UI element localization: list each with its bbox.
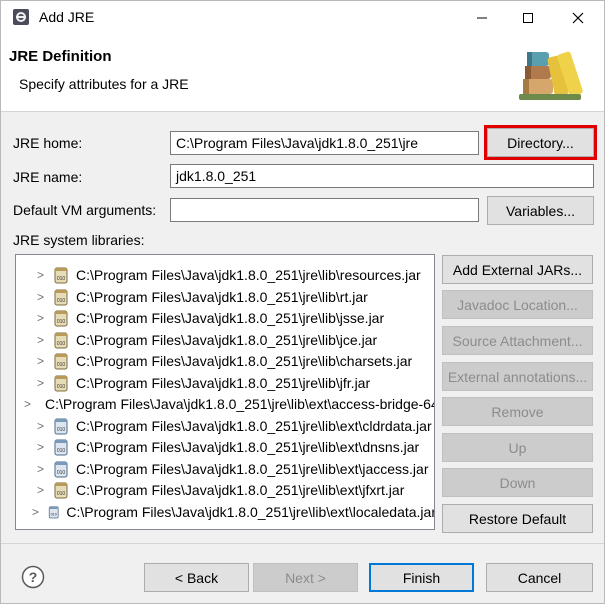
- up-button[interactable]: Up: [442, 433, 593, 462]
- down-button[interactable]: Down: [442, 468, 593, 497]
- javadoc-location-button[interactable]: Javadoc Location...: [442, 290, 593, 319]
- variables-button[interactable]: Variables...: [487, 196, 594, 225]
- source-attachment-button[interactable]: Source Attachment...: [442, 326, 593, 355]
- svg-text:010: 010: [51, 512, 57, 516]
- library-item[interactable]: > 010 C:\Program Files\Java\jdk1.8.0_251…: [16, 501, 435, 522]
- svg-text:010: 010: [57, 448, 66, 454]
- svg-text:010: 010: [57, 319, 66, 325]
- external-annotations-button[interactable]: External annotations...: [442, 362, 593, 391]
- expand-chevron-icon[interactable]: >: [24, 311, 44, 325]
- directory-button[interactable]: Directory...: [484, 125, 597, 160]
- minimize-button[interactable]: [459, 1, 505, 34]
- expand-chevron-icon[interactable]: >: [24, 483, 44, 497]
- jar-icon: 010: [54, 289, 68, 305]
- binary-jar-icon: 010: [54, 461, 68, 477]
- svg-text:010: 010: [57, 491, 66, 497]
- expand-chevron-icon[interactable]: >: [24, 376, 44, 390]
- window-title: Add JRE: [39, 9, 95, 25]
- jar-icon: 010: [54, 375, 68, 391]
- library-path: C:\Program Files\Java\jdk1.8.0_251\jre\l…: [76, 266, 421, 283]
- remove-button[interactable]: Remove: [442, 397, 593, 426]
- jar-icon: 010: [54, 332, 68, 348]
- jre-home-label: JRE home:: [13, 135, 83, 151]
- library-item[interactable]: > 010 C:\Program Files\Java\jdk1.8.0_251…: [16, 372, 434, 393]
- library-path: C:\Program Files\Java\jdk1.8.0_251\jre\l…: [76, 374, 371, 391]
- expand-chevron-icon[interactable]: >: [24, 440, 44, 454]
- library-path: C:\Program Files\Java\jdk1.8.0_251\jre\l…: [66, 503, 435, 520]
- help-icon[interactable]: ?: [21, 565, 45, 589]
- jar-icon: 010: [54, 353, 68, 369]
- jre-home-input[interactable]: C:\Program Files\Java\jdk1.8.0_251\jre: [170, 131, 479, 155]
- back-button[interactable]: < Back: [144, 563, 249, 592]
- footer-separator: [1, 543, 604, 544]
- jar-icon: 010: [54, 310, 68, 326]
- vm-args-input[interactable]: [170, 198, 479, 222]
- binary-jar-icon: 010: [48, 505, 59, 518]
- library-item[interactable]: > 010 C:\Program Files\Java\jdk1.8.0_251…: [16, 329, 434, 350]
- library-path: C:\Program Files\Java\jdk1.8.0_251\jre\l…: [76, 417, 432, 434]
- library-item[interactable]: > 010 C:\Program Files\Java\jdk1.8.0_251…: [16, 458, 434, 479]
- library-item[interactable]: > 010 C:\Program Files\Java\jdk1.8.0_251…: [16, 264, 434, 285]
- expand-chevron-icon[interactable]: >: [24, 290, 44, 304]
- vm-args-label: Default VM arguments:: [13, 202, 157, 218]
- maximize-button[interactable]: [505, 1, 551, 34]
- system-libraries-label: JRE system libraries:: [13, 232, 145, 248]
- expand-chevron-icon[interactable]: >: [24, 397, 31, 411]
- add-jre-dialog: Add JRE JRE Definition Specify attribute…: [0, 0, 605, 604]
- svg-text:010: 010: [57, 470, 66, 476]
- minimize-icon: [477, 17, 487, 18]
- jar-icon: 010: [54, 267, 68, 283]
- add-external-jars-button[interactable]: Add External JARs...: [442, 255, 593, 284]
- svg-text:010: 010: [57, 341, 66, 347]
- eclipse-app-icon: [13, 9, 29, 25]
- svg-text:010: 010: [57, 362, 66, 368]
- svg-text:010: 010: [57, 384, 66, 390]
- close-button[interactable]: [555, 1, 601, 34]
- svg-text:010: 010: [57, 427, 66, 433]
- library-path: C:\Program Files\Java\jdk1.8.0_251\jre\l…: [45, 395, 435, 412]
- library-path: C:\Program Files\Java\jdk1.8.0_251\jre\l…: [76, 309, 385, 326]
- binary-jar-icon: 010: [54, 418, 68, 434]
- svg-text:?: ?: [29, 569, 38, 585]
- expand-chevron-icon[interactable]: >: [24, 505, 39, 519]
- expand-chevron-icon[interactable]: >: [24, 333, 44, 347]
- library-item[interactable]: > 010 C:\Program Files\Java\jdk1.8.0_251…: [16, 479, 434, 500]
- expand-chevron-icon[interactable]: >: [24, 354, 44, 368]
- library-path: C:\Program Files\Java\jdk1.8.0_251\jre\l…: [76, 288, 368, 305]
- books-icon: [519, 51, 583, 100]
- library-item[interactable]: > 010 C:\Program Files\Java\jdk1.8.0_251…: [16, 307, 434, 328]
- svg-text:010: 010: [57, 276, 66, 282]
- maximize-icon: [523, 12, 533, 23]
- header-title: JRE Definition: [9, 48, 112, 65]
- next-button[interactable]: Next >: [253, 563, 358, 592]
- expand-chevron-icon[interactable]: >: [24, 419, 44, 433]
- library-item[interactable]: > 010 C:\Program Files\Java\jdk1.8.0_251…: [16, 436, 434, 457]
- restore-default-button[interactable]: Restore Default: [442, 504, 593, 533]
- header-description: Specify attributes for a JRE: [19, 76, 189, 92]
- library-item[interactable]: > 010 C:\Program Files\Java\jdk1.8.0_251…: [16, 286, 434, 307]
- library-item[interactable]: > 010 C:\Program Files\Java\jdk1.8.0_251…: [16, 350, 434, 371]
- library-item[interactable]: > 010 C:\Program Files\Java\jdk1.8.0_251…: [16, 393, 435, 414]
- wizard-header: JRE Definition Specify attributes for a …: [1, 34, 604, 112]
- jre-name-input[interactable]: jdk1.8.0_251: [170, 164, 594, 188]
- library-path: C:\Program Files\Java\jdk1.8.0_251\jre\l…: [76, 481, 405, 498]
- jar-icon: 010: [54, 482, 68, 498]
- library-item[interactable]: > 010 C:\Program Files\Java\jdk1.8.0_251…: [16, 415, 434, 436]
- finish-button[interactable]: Finish: [369, 563, 474, 592]
- system-libraries-list[interactable]: > 010 C:\Program Files\Java\jdk1.8.0_251…: [15, 254, 435, 530]
- expand-chevron-icon[interactable]: >: [24, 268, 44, 282]
- library-path: C:\Program Files\Java\jdk1.8.0_251\jre\l…: [76, 352, 413, 369]
- svg-text:010: 010: [57, 298, 66, 304]
- jre-name-label: JRE name:: [13, 169, 83, 185]
- close-icon: [572, 12, 584, 23]
- library-path: C:\Program Files\Java\jdk1.8.0_251\jre\l…: [76, 460, 429, 477]
- library-path: C:\Program Files\Java\jdk1.8.0_251\jre\l…: [76, 438, 420, 455]
- title-bar: Add JRE: [1, 1, 604, 34]
- library-path: C:\Program Files\Java\jdk1.8.0_251\jre\l…: [76, 331, 378, 348]
- expand-chevron-icon[interactable]: >: [24, 462, 44, 476]
- binary-jar-icon: 010: [54, 439, 68, 455]
- cancel-button[interactable]: Cancel: [486, 563, 593, 592]
